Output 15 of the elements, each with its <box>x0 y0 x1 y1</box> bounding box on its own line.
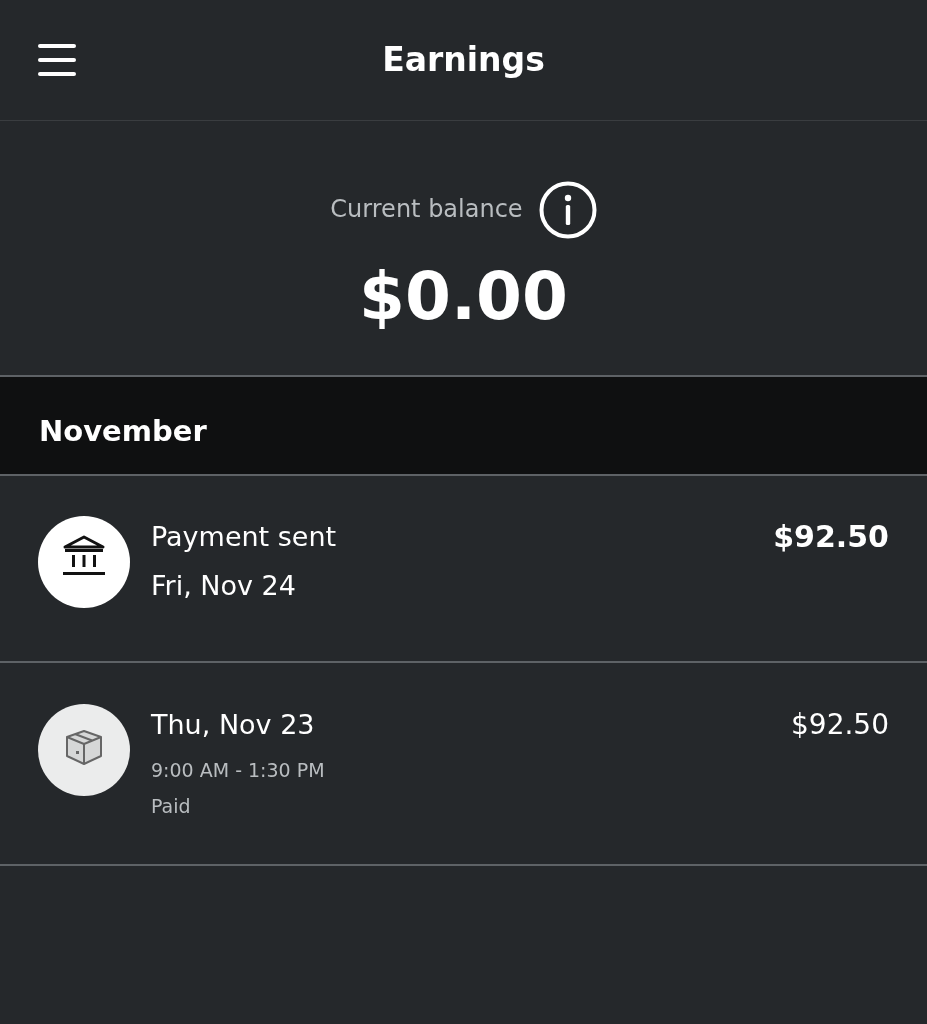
shift-time: 9:00 AM - 1:30 PM <box>151 758 326 783</box>
package-icon <box>38 704 130 796</box>
payment-amount: $92.50 <box>773 518 889 556</box>
shift-date: Thu, Nov 23 <box>151 708 316 742</box>
balance-label: Current balance <box>330 194 523 226</box>
info-icon[interactable] <box>538 181 597 239</box>
payment-date: Fri, Nov 24 <box>151 569 297 603</box>
month-heading: November <box>39 413 208 450</box>
payment-title: Payment sent <box>151 520 338 554</box>
page-title: Earnings <box>382 40 545 80</box>
menu-icon[interactable] <box>38 44 76 76</box>
balance-amount: $0.00 <box>359 261 568 334</box>
bank-icon <box>38 516 130 608</box>
shift-amount: $92.50 <box>791 707 889 743</box>
shift-status: Paid <box>151 794 192 819</box>
